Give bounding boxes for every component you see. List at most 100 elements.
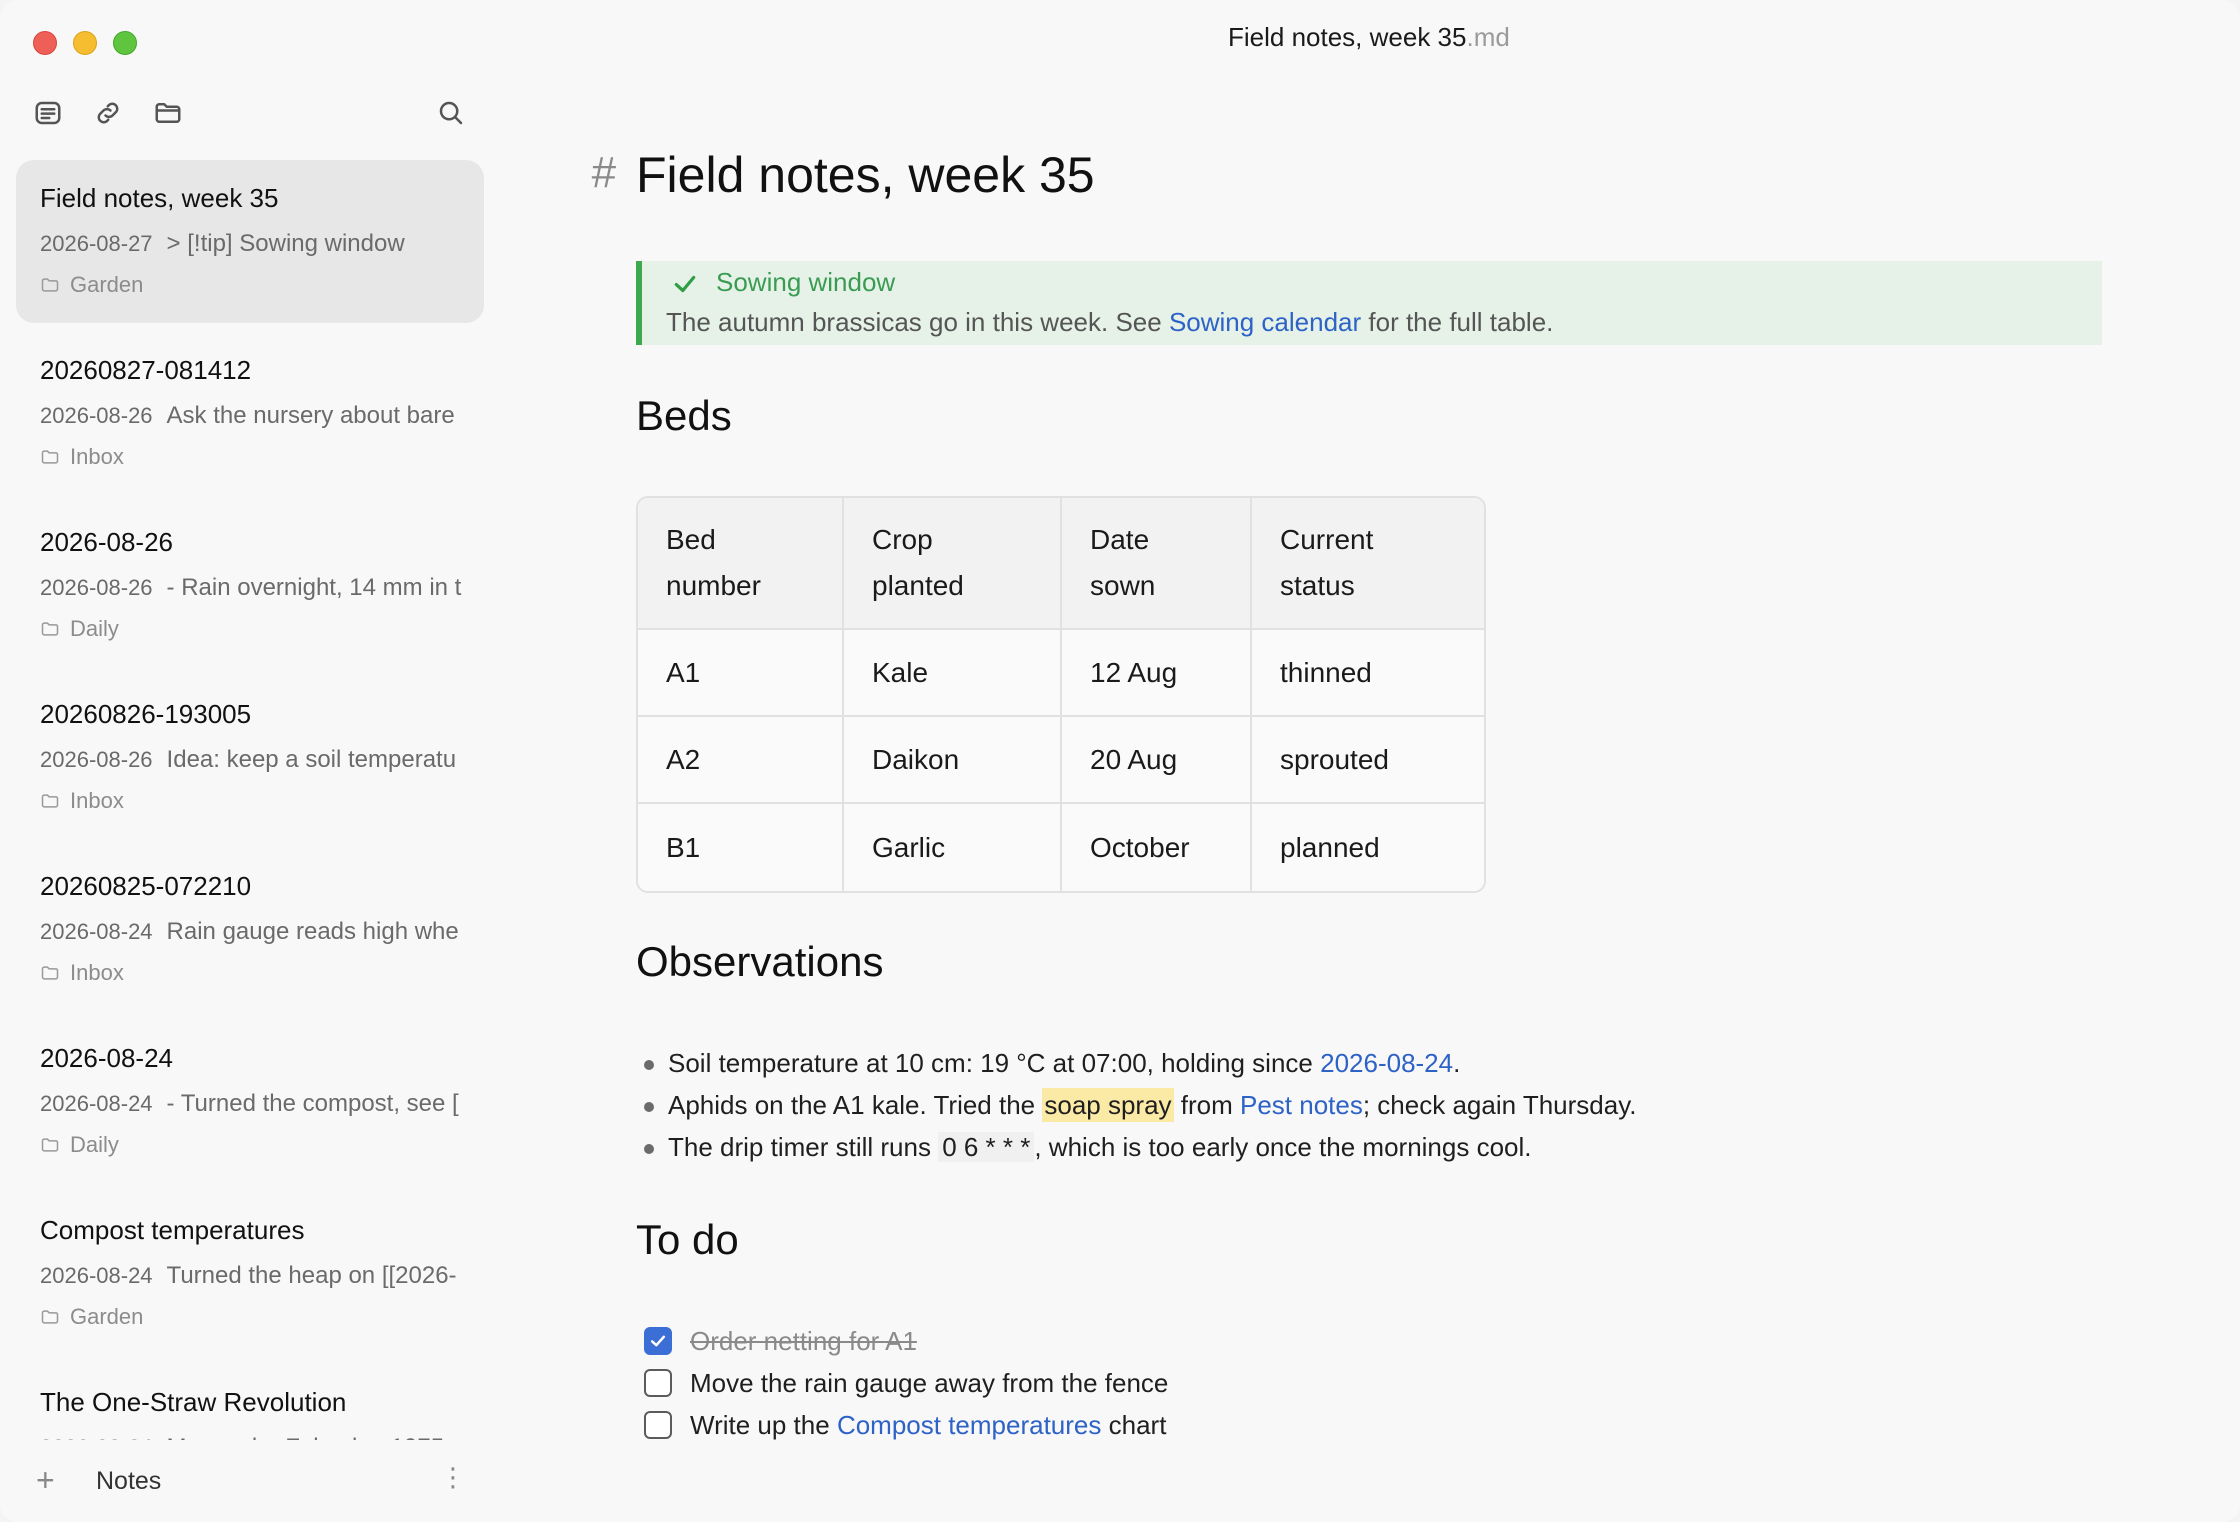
- backlinks-button[interactable]: [91, 96, 125, 130]
- bullet-text: Soil temperature at 10 cm: 19 °C at 07:0…: [668, 1048, 1321, 1078]
- note-date: 2026-08-27: [40, 231, 153, 256]
- column-header-line: number: [666, 570, 761, 601]
- document-title[interactable]: Field notes, week 35: [636, 146, 1095, 204]
- table-cell[interactable]: sprouted: [1252, 717, 1484, 804]
- note-list-item[interactable]: 20260825-072210 2026-08-24 Rain gauge read…: [16, 848, 484, 1020]
- table-cell[interactable]: 20 Aug: [1062, 717, 1252, 804]
- task-checkbox[interactable]: [644, 1411, 672, 1439]
- inline-code: 0 6 * * *: [938, 1132, 1035, 1162]
- note-folder-label: Inbox: [70, 444, 124, 469]
- table-row: B1 Garlic October planned: [638, 804, 1484, 891]
- callout-title: Sowing window: [716, 267, 896, 297]
- note-title: Field notes, week 35: [40, 183, 279, 213]
- column-header-line: planted: [872, 570, 964, 601]
- beds-heading: Beds: [636, 392, 732, 439]
- note-list-item[interactable]: 2026-08-26 2026-08-26 - Rain overnight, 14…: [16, 504, 484, 676]
- column-header-line: Bed: [666, 524, 716, 555]
- search-button[interactable]: [434, 96, 468, 130]
- column-header-line: Crop: [872, 524, 933, 555]
- table-cell[interactable]: thinned: [1252, 630, 1484, 717]
- table-cell[interactable]: A2: [638, 717, 844, 804]
- editor[interactable]: # Field notes, week 35 Sowing window The…: [498, 60, 2240, 1522]
- todo-heading: To do: [636, 1216, 739, 1263]
- note-list-item[interactable]: Compost temperatures 2026-08-24 Turned the…: [16, 1192, 484, 1364]
- task-checkbox-checked[interactable]: [644, 1327, 672, 1355]
- pest-notes-link[interactable]: Pest notes: [1240, 1090, 1363, 1120]
- task-label: Move the rain gauge away from the fence: [690, 1367, 1169, 1398]
- note-folder: Garden: [40, 1304, 143, 1330]
- column-header: Crop planted: [844, 498, 1062, 630]
- note-folder-label: Daily: [70, 1132, 119, 1157]
- note-folder: Daily: [40, 1132, 119, 1158]
- table-cell[interactable]: October: [1062, 804, 1252, 891]
- add-note-button[interactable]: +: [36, 1464, 55, 1496]
- bullet-text-end: ; check again Thursday.: [1362, 1090, 1637, 1120]
- task-item: Order netting for A1: [644, 1320, 1168, 1362]
- table-cell[interactable]: 12 Aug: [1062, 630, 1252, 717]
- folder-icon: [41, 1310, 59, 1324]
- check-icon: [672, 271, 698, 297]
- highlighted-text: soap spray: [1042, 1088, 1174, 1122]
- note-meta: 2026-08-26 - Rain overnight, 14 mm in t: [40, 574, 476, 602]
- notes-list-button[interactable]: [31, 96, 65, 130]
- more-options-button[interactable]: ⋮: [440, 1462, 466, 1493]
- folder-icon: [41, 794, 59, 808]
- column-header-line: sown: [1090, 570, 1156, 601]
- folder-icon: [41, 966, 59, 980]
- note-folder: Inbox: [40, 788, 124, 814]
- note-title: 2026-08-24: [40, 1043, 173, 1073]
- task-item: Move the rain gauge away from the fence: [644, 1362, 1168, 1404]
- note-date: 2026-08-26: [40, 403, 153, 428]
- note-list-item[interactable]: The One-Straw Revolution2026-08-24Masano…: [16, 1364, 484, 1440]
- note-list-item[interactable]: 2026-08-24 2026-08-24 - Turned the compost…: [16, 1020, 484, 1192]
- task-checkbox[interactable]: [644, 1369, 672, 1397]
- search-icon: [439, 101, 463, 125]
- sidebar-footer: + Notes ⋮: [0, 1440, 498, 1522]
- bullet-text: The drip timer still runs: [668, 1132, 939, 1162]
- bullet-text-mid: from: [1173, 1090, 1240, 1120]
- callout-body: The autumn brassicas go in this week. Se…: [666, 307, 1553, 338]
- note-meta: 2026-08-24 Turned the heap on [[2026-: [40, 1262, 476, 1290]
- note-folder-label: Daily: [70, 616, 119, 641]
- column-header: Current status: [1252, 498, 1484, 630]
- note-folder: Garden: [40, 272, 143, 298]
- note-date: 2026-08-24: [40, 1091, 153, 1116]
- table-cell[interactable]: Garlic: [844, 804, 1062, 891]
- folders-button[interactable]: [151, 96, 185, 130]
- callout-text-end: for the full table.: [1361, 307, 1554, 337]
- folder-icon: [41, 1138, 59, 1152]
- date-link[interactable]: 2026-08-24: [1320, 1048, 1453, 1078]
- note-list-item[interactable]: 20260827-081412 2026-08-26 Ask the nursery…: [16, 332, 484, 504]
- table-cell[interactable]: planned: [1252, 804, 1484, 891]
- table-cell[interactable]: Daikon: [844, 717, 1062, 804]
- minimize-window-button[interactable]: [73, 31, 97, 55]
- note-title: 20260825-072210: [40, 871, 252, 901]
- note-folder: Inbox: [40, 444, 124, 470]
- note-preview: Ask the nursery about bare: [166, 402, 455, 429]
- column-header-line: Date: [1090, 524, 1150, 555]
- current-folder-label[interactable]: Notes: [96, 1467, 161, 1496]
- table-cell[interactable]: A1: [638, 630, 844, 717]
- note-date: 2026-08-24: [40, 919, 153, 944]
- table-header-row: Bed number Crop planted Date sown Current statu…: [638, 498, 1484, 630]
- bullet-text-end: .: [1453, 1048, 1461, 1078]
- note-list-item[interactable]: Field notes, week 35 2026-08-27 > [!tip] S…: [16, 160, 484, 323]
- close-window-button[interactable]: [33, 31, 57, 55]
- sowing-calendar-link[interactable]: Sowing calendar: [1169, 307, 1361, 337]
- link-icon: [97, 102, 119, 124]
- note-title: 20260827-081412: [40, 355, 252, 385]
- note-meta: 2026-08-26 Ask the nursery about bare: [40, 402, 476, 430]
- note-folder: Inbox: [40, 960, 124, 986]
- note-preview: > [!tip] Sowing window: [166, 230, 405, 257]
- table-cell[interactable]: Kale: [844, 630, 1062, 717]
- heading-marker: #: [591, 148, 616, 197]
- compost-temperatures-link[interactable]: Compost temperatures: [837, 1410, 1101, 1440]
- note-list-item[interactable]: 20260826-193005 2026-08-26 Idea: keep a so…: [16, 676, 484, 848]
- table-cell[interactable]: B1: [638, 804, 844, 891]
- note-date: 2026-08-26: [40, 575, 153, 600]
- folder-icon: [41, 450, 59, 464]
- note-meta: 2026-08-24 Rain gauge reads high whe: [40, 918, 476, 946]
- column-header: Bed number: [638, 498, 844, 630]
- zoom-window-button[interactable]: [113, 31, 137, 55]
- checkmark-icon: [650, 1335, 666, 1347]
